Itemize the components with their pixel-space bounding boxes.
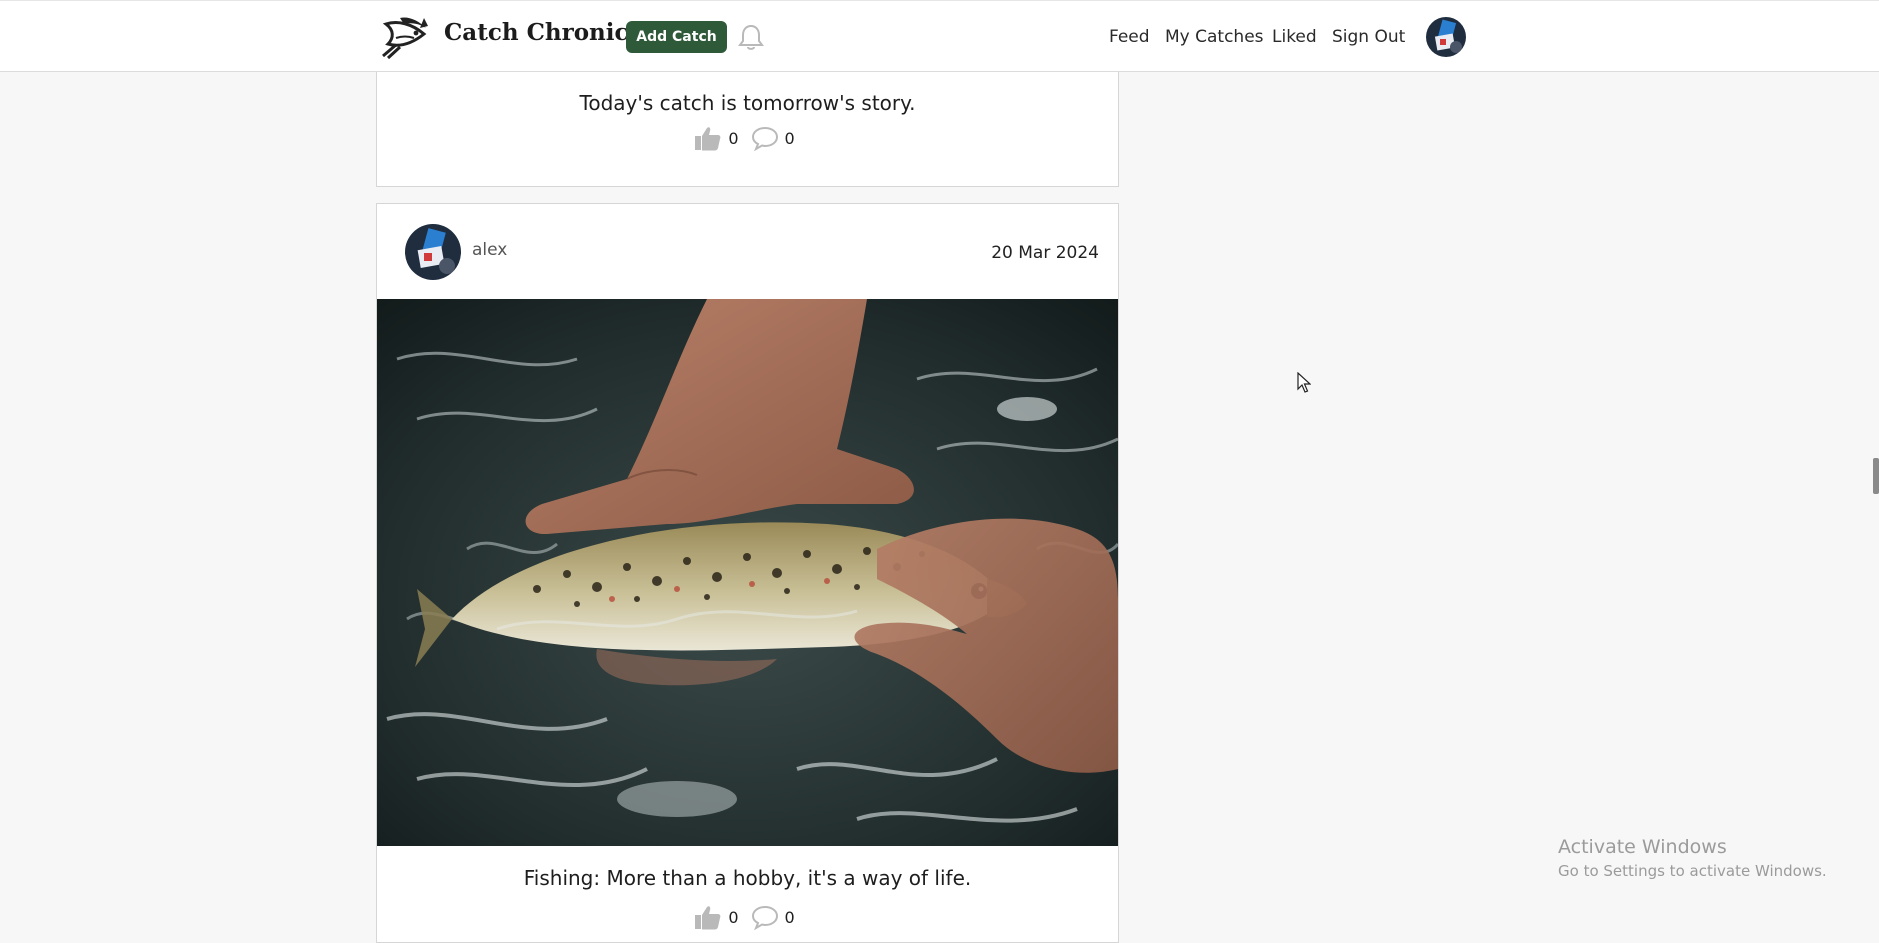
scrollbar-thumb[interactable] [1873, 458, 1879, 494]
post-caption: Fishing: More than a hobby, it's a way o… [523, 866, 972, 890]
post-username[interactable]: alex [472, 240, 507, 260]
thumbs-up-icon[interactable] [694, 904, 722, 930]
catch-photo[interactable] [377, 299, 1118, 846]
comment-count: 0 [784, 128, 795, 148]
add-catch-button[interactable]: Add Catch [626, 21, 727, 53]
user-avatar[interactable] [405, 224, 461, 280]
comment-icon[interactable] [751, 904, 779, 930]
post-card: alex 20 Mar 2024 Fishing: More than a ho… [376, 203, 1119, 943]
bell-icon[interactable] [738, 23, 764, 51]
nav-liked-link[interactable]: Liked [1272, 27, 1317, 47]
like-count: 0 [728, 907, 739, 927]
top-navigation-bar: Catch Chronicle Add Catch Feed My Catche… [0, 0, 1879, 72]
watermark-title: Activate Windows [1558, 836, 1727, 858]
brand-title[interactable]: Catch Chronicle [444, 19, 652, 46]
nav-feed-link[interactable]: Feed [1109, 27, 1150, 47]
comment-icon[interactable] [751, 125, 779, 151]
nav-sign-out-link[interactable]: Sign Out [1332, 27, 1405, 47]
windows-activation-watermark: Activate Windows Go to Settings to activ… [1558, 836, 1827, 880]
fish-logo-icon[interactable] [380, 14, 430, 60]
post-caption: Today's catch is tomorrow's story. [579, 91, 916, 115]
nav-my-catches-link[interactable]: My Catches [1165, 27, 1264, 47]
watermark-subtitle: Go to Settings to activate Windows. [1558, 862, 1827, 880]
comment-count: 0 [784, 907, 795, 927]
thumbs-up-icon[interactable] [694, 125, 722, 151]
like-count: 0 [728, 128, 739, 148]
post-stats: 0 0 [377, 904, 1118, 930]
post-stats: 0 0 [377, 125, 1118, 151]
post-date: 20 Mar 2024 [991, 243, 1099, 263]
avatar[interactable] [1426, 17, 1466, 57]
mouse-cursor-icon [1297, 372, 1311, 393]
